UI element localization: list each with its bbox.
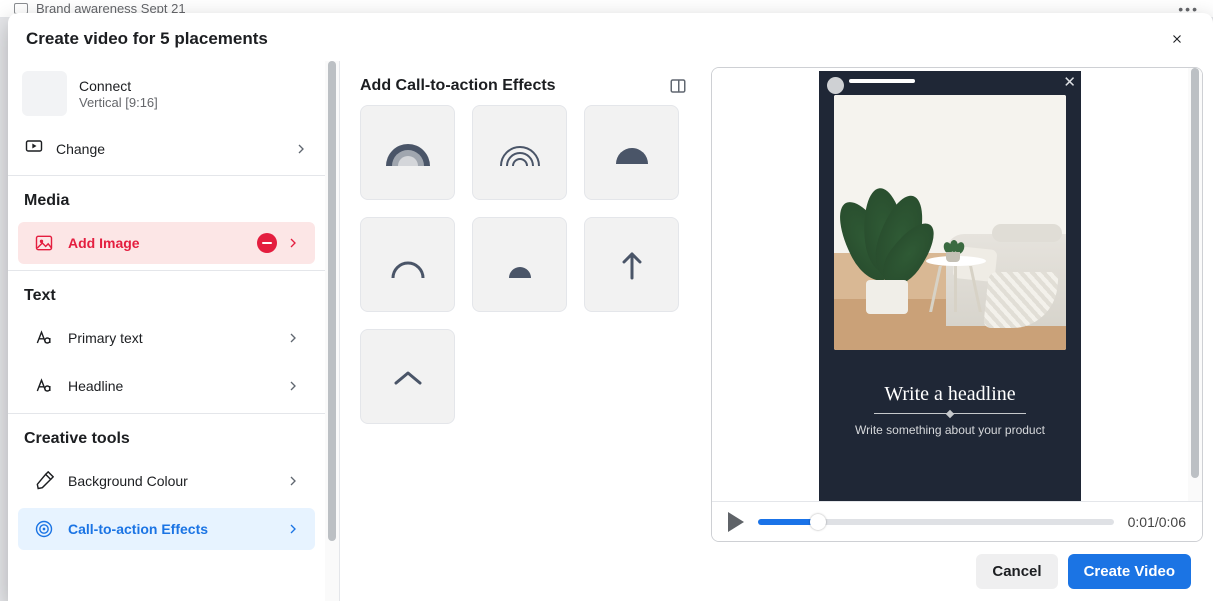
- template-card: Connect Vertical [9:16]: [8, 61, 325, 126]
- modal-header: Create video for 5 placements: [8, 13, 1213, 61]
- story-close-icon: ✕: [1063, 75, 1076, 90]
- cta-effects-item[interactable]: Call-to-action Effects: [18, 508, 315, 550]
- preview-stage: ✕ Write a headline Write something about…: [712, 68, 1188, 501]
- play-button[interactable]: [728, 512, 744, 532]
- effect-rainbow-outline[interactable]: [472, 105, 567, 200]
- divider: [8, 413, 325, 414]
- story-preview: ✕ Write a headline Write something about…: [819, 71, 1081, 501]
- story-avatar: [827, 77, 844, 94]
- chevron-right-icon: [285, 521, 301, 537]
- seek-knob[interactable]: [810, 514, 826, 530]
- effects-header: Add Call-to-action Effects: [360, 77, 695, 95]
- preview-wrap: ✕ Write a headline Write something about…: [711, 67, 1203, 542]
- preview-area: ✕ Write a headline Write something about…: [712, 68, 1202, 501]
- preview-panel: ✕ Write a headline Write something about…: [707, 61, 1213, 601]
- cta-effects-label: Call-to-action Effects: [68, 521, 273, 537]
- section-text: Text: [8, 273, 325, 311]
- chevron-right-icon: [285, 330, 301, 346]
- modal-body: Connect Vertical [9:16] Change Media: [8, 61, 1213, 601]
- chevron-right-icon: [285, 235, 301, 251]
- effect-chevron-up[interactable]: [360, 329, 455, 424]
- eyedropper-icon: [32, 469, 56, 493]
- add-image-label: Add Image: [68, 235, 245, 251]
- sidebar-content: Connect Vertical [9:16] Change Media: [8, 61, 325, 601]
- close-icon: [1171, 30, 1183, 48]
- cancel-button[interactable]: Cancel: [976, 554, 1057, 589]
- close-button[interactable]: [1165, 27, 1189, 51]
- chevron-right-icon: [293, 141, 309, 157]
- create-video-modal: Create video for 5 placements Connect Ve…: [8, 13, 1213, 601]
- remove-icon[interactable]: [257, 233, 277, 253]
- template-thumbnail: [22, 71, 67, 116]
- effects-title: Add Call-to-action Effects: [360, 77, 556, 95]
- create-video-button[interactable]: Create Video: [1068, 554, 1191, 589]
- background-colour-item[interactable]: Background Colour: [18, 460, 315, 502]
- divider: [8, 270, 325, 271]
- preview-headline: Write a headline: [819, 383, 1081, 406]
- modal-title: Create video for 5 placements: [26, 29, 268, 49]
- time-display: 0:01/0:06: [1128, 514, 1186, 530]
- primary-text-item[interactable]: Primary text: [18, 317, 315, 359]
- preview-scrollbar[interactable]: [1188, 68, 1202, 501]
- background-colour-label: Background Colour: [68, 473, 273, 489]
- template-subtitle: Vertical [9:16]: [79, 95, 158, 110]
- preview-primary-text: Write something about your product: [819, 423, 1081, 437]
- section-tools: Creative tools: [8, 416, 325, 454]
- headline-item[interactable]: Headline: [18, 365, 315, 407]
- play-rect-icon: [24, 136, 44, 161]
- change-template-row[interactable]: Change: [8, 126, 325, 171]
- effect-arrow-up[interactable]: [584, 217, 679, 312]
- divider: [8, 175, 325, 176]
- left-sidebar: Connect Vertical [9:16] Change Media: [8, 61, 340, 601]
- preview-divider: [874, 413, 1026, 414]
- template-title: Connect: [79, 77, 158, 95]
- text-icon: [32, 374, 56, 398]
- text-icon: [32, 326, 56, 350]
- effect-semicircle-small[interactable]: [472, 217, 567, 312]
- video-controls: 0:01/0:06: [712, 501, 1202, 541]
- add-image-item[interactable]: Add Image: [18, 222, 315, 264]
- effect-rainbow-filled[interactable]: [360, 105, 455, 200]
- section-media: Media: [8, 178, 325, 216]
- modal-footer: Cancel Create Video: [707, 542, 1207, 601]
- primary-text-label: Primary text: [68, 330, 273, 346]
- sidebar-scrollbar[interactable]: [325, 61, 339, 601]
- effects-grid: [360, 105, 695, 424]
- effects-panel: Add Call-to-action Effects: [340, 61, 707, 601]
- image-icon: [32, 231, 56, 255]
- story-progress-bar: [849, 79, 915, 83]
- chevron-right-icon: [285, 473, 301, 489]
- effect-arch-outline[interactable]: [360, 217, 455, 312]
- effect-semicircle-large[interactable]: [584, 105, 679, 200]
- headline-label: Headline: [68, 378, 273, 394]
- change-template-label: Change: [56, 141, 105, 157]
- seek-progress: [758, 519, 818, 525]
- seek-bar[interactable]: [758, 519, 1114, 525]
- target-icon: [32, 517, 56, 541]
- chevron-right-icon: [285, 378, 301, 394]
- panel-toggle-icon[interactable]: [669, 77, 687, 95]
- preview-image: [834, 95, 1066, 350]
